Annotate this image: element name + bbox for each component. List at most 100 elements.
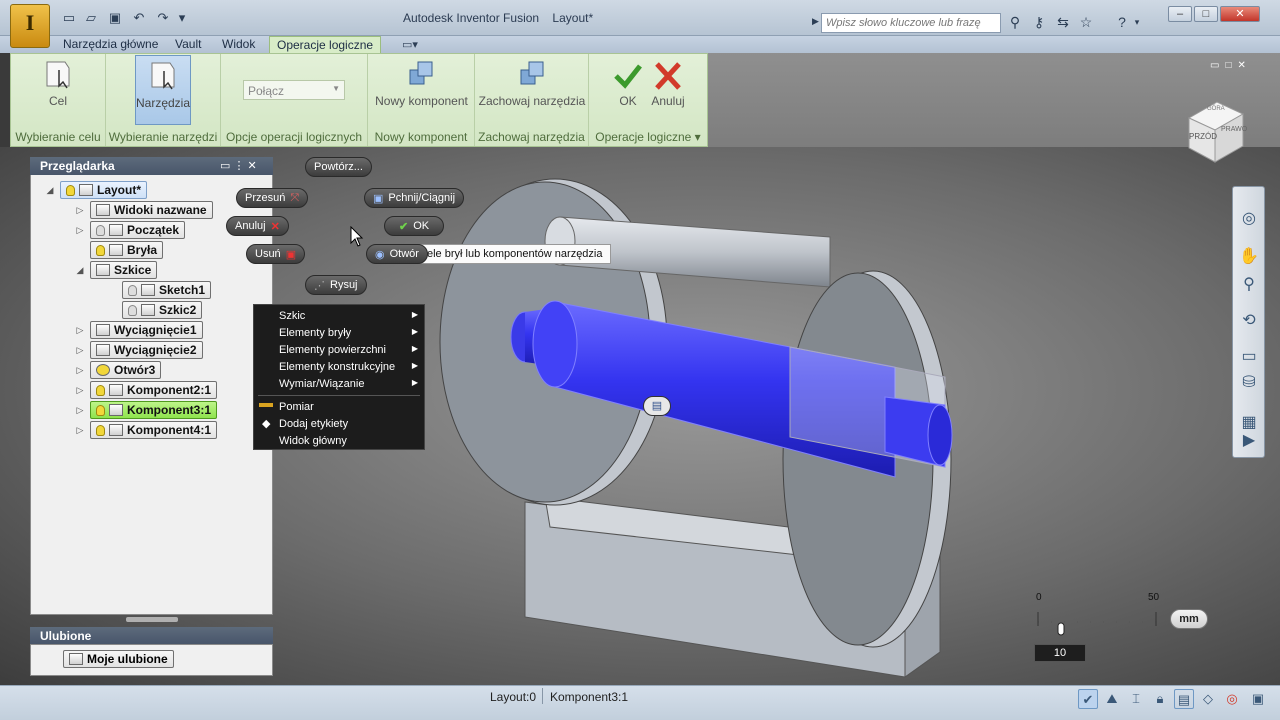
- open-folder-icon[interactable]: ▱: [82, 10, 100, 26]
- tree-item[interactable]: Szkic2: [44, 300, 269, 320]
- help-dropdown-icon[interactable]: ▾: [1132, 13, 1142, 31]
- communication-center-icon[interactable]: ⇆: [1054, 13, 1072, 31]
- maximize-button[interactable]: □: [1194, 6, 1218, 22]
- visibility-bulb-icon[interactable]: [96, 244, 105, 256]
- cancel-marking-button[interactable]: Anuluj ✕: [226, 216, 289, 236]
- pan-hand-icon[interactable]: ✋: [1239, 247, 1259, 267]
- favorites-star-icon[interactable]: ☆: [1077, 13, 1095, 31]
- collapse-arrow-icon[interactable]: ◢: [74, 265, 86, 276]
- tree-item[interactable]: ◢ Szkice: [44, 260, 269, 280]
- visual-style-icon[interactable]: ▤: [1174, 689, 1194, 709]
- close-button[interactable]: ✕: [1220, 6, 1260, 22]
- viewcube-front-label[interactable]: PRZÓD: [1189, 132, 1217, 141]
- ribbon-display-icon[interactable]: ▭▾: [402, 38, 418, 51]
- hud-widget-icon[interactable]: ▤: [643, 396, 671, 416]
- expand-arrow-icon[interactable]: ▷: [74, 225, 86, 236]
- menu-item-measure[interactable]: Pomiar: [254, 399, 424, 416]
- visibility-bulb-icon[interactable]: [96, 224, 105, 236]
- look-at-icon[interactable]: ▭: [1239, 347, 1259, 367]
- key-icon[interactable]: ⚷: [1030, 13, 1048, 31]
- visibility-bulb-icon[interactable]: [96, 404, 105, 416]
- tab-boolean-operations[interactable]: Operacje logiczne: [269, 36, 382, 53]
- minimize-button[interactable]: –: [1168, 6, 1192, 22]
- new-component-button[interactable]: Nowy komponent: [370, 56, 473, 116]
- tree-item[interactable]: ▷ Otwór3: [44, 360, 269, 380]
- repeat-button[interactable]: Powtórz...: [305, 157, 372, 177]
- expand-arrow-icon[interactable]: ▷: [74, 205, 86, 216]
- expand-arrow-icon[interactable]: ▷: [74, 345, 86, 356]
- menu-item-work-features[interactable]: Elementy konstrukcyjne ▶: [254, 359, 424, 376]
- keep-tools-button[interactable]: Zachowaj narzędzia: [477, 56, 587, 116]
- tree-item[interactable]: Bryła: [44, 240, 269, 260]
- collapse-arrow-icon[interactable]: ◢: [44, 185, 56, 196]
- binoculars-icon[interactable]: ⚲: [1006, 13, 1024, 31]
- tools-button[interactable]: Narzędzia: [135, 55, 191, 125]
- doc-window-controls[interactable]: ▭□✕: [1210, 60, 1252, 71]
- record-icon[interactable]: ◎: [1222, 689, 1242, 709]
- zoom-icon[interactable]: ⚲: [1239, 275, 1259, 295]
- select-mode-icon[interactable]: ✔: [1078, 689, 1098, 709]
- help-icon[interactable]: ?: [1113, 13, 1131, 31]
- visibility-bulb-icon[interactable]: [96, 384, 105, 396]
- tree-item[interactable]: ▷ Wyciągnięcie1: [44, 320, 269, 340]
- ok-marking-button[interactable]: ✔ OK: [384, 216, 445, 236]
- expand-arrow-icon[interactable]: ▷: [74, 325, 86, 336]
- menu-item-home-view[interactable]: Widok główny: [254, 433, 424, 450]
- viewcube[interactable]: GÓRA PRZÓD PRAWO: [1183, 96, 1247, 166]
- menu-item-surface-features[interactable]: Elementy powierzchni ▶: [254, 342, 424, 359]
- menu-item-add-labels[interactable]: ◆ Dodaj etykiety: [254, 416, 424, 433]
- steering-wheel-icon[interactable]: ◎: [1239, 209, 1259, 229]
- visibility-bulb-icon[interactable]: [96, 424, 105, 436]
- expand-arrow-icon[interactable]: ▷: [74, 425, 86, 436]
- play-icon[interactable]: ▶: [1239, 431, 1259, 451]
- lock-icon[interactable]: 🔒︎: [1150, 689, 1170, 709]
- expand-arrow-icon[interactable]: ▷: [74, 385, 86, 396]
- hole-button[interactable]: ◉ Otwór: [366, 244, 428, 264]
- unit-button[interactable]: mm: [1170, 609, 1208, 629]
- boolean-type-select[interactable]: Połącz ▼: [243, 80, 345, 100]
- display-icon[interactable]: ▣: [1248, 689, 1268, 709]
- tab-vault[interactable]: Vault: [168, 36, 208, 53]
- draw-button[interactable]: ⋰ Rysuj: [305, 275, 367, 295]
- orbit-icon[interactable]: ⟲: [1239, 311, 1259, 331]
- panel-splitter[interactable]: [126, 617, 178, 622]
- tree-item[interactable]: ▷ Komponent4:1: [44, 420, 269, 440]
- redo-icon[interactable]: ↷: [154, 10, 172, 26]
- target-button[interactable]: Cel: [29, 56, 87, 114]
- tree-item[interactable]: ▷ Komponent2:1: [44, 380, 269, 400]
- push-pull-button[interactable]: ▣ Pchnij/Ciągnij: [364, 188, 465, 208]
- new-file-icon[interactable]: ▭: [60, 10, 78, 26]
- expand-arrow-icon[interactable]: ▷: [74, 365, 86, 376]
- appearance-icon[interactable]: ⛁: [1239, 373, 1259, 393]
- menu-item-solid-features[interactable]: Elementy bryły ▶: [254, 325, 424, 342]
- ruler-value-field[interactable]: 10: [1034, 644, 1086, 662]
- shaded-icon[interactable]: ◇: [1198, 689, 1218, 709]
- constraint-icon[interactable]: ⌶: [1126, 689, 1146, 709]
- menu-item-sketch[interactable]: Szkic ▶: [254, 308, 424, 325]
- move-button[interactable]: Przesuń ⤧: [236, 188, 309, 208]
- app-menu-button[interactable]: I: [10, 4, 50, 48]
- tree-item[interactable]: Sketch1: [44, 280, 269, 300]
- ground-plane-icon[interactable]: ⛰: [1102, 689, 1122, 709]
- view-layout-icon[interactable]: ▦: [1239, 413, 1259, 433]
- my-favorites-item[interactable]: Moje ulubione: [63, 650, 174, 668]
- expand-arrow-icon[interactable]: ▷: [74, 405, 86, 416]
- menu-item-dimension-constraint[interactable]: Wymiar/Wiązanie ▶: [254, 376, 424, 393]
- quick-access-dropdown-icon[interactable]: ▾: [176, 10, 188, 26]
- search-expand-icon[interactable]: ▶: [812, 16, 819, 27]
- undo-icon[interactable]: ↶: [130, 10, 148, 26]
- viewcube-top-label[interactable]: GÓRA: [1207, 106, 1225, 112]
- visibility-bulb-icon[interactable]: [128, 284, 137, 296]
- save-icon[interactable]: ▣: [106, 10, 124, 26]
- search-input[interactable]: Wpisz słowo kluczowe lub frazę: [821, 13, 1001, 33]
- tab-view[interactable]: Widok: [215, 36, 262, 53]
- visibility-bulb-icon[interactable]: [128, 304, 137, 316]
- delete-button[interactable]: Usuń ▣: [246, 244, 306, 264]
- ok-button[interactable]: OK: [611, 56, 645, 116]
- viewcube-right-label[interactable]: PRAWO: [1221, 126, 1247, 133]
- visibility-bulb-icon[interactable]: [66, 184, 75, 196]
- cancel-button[interactable]: Anuluj: [647, 56, 689, 116]
- tab-home[interactable]: Narzędzia główne: [56, 36, 165, 53]
- tree-item[interactable]: ▷ Wyciągnięcie2: [44, 340, 269, 360]
- tree-item[interactable]: ▷ Komponent3:1: [44, 400, 269, 420]
